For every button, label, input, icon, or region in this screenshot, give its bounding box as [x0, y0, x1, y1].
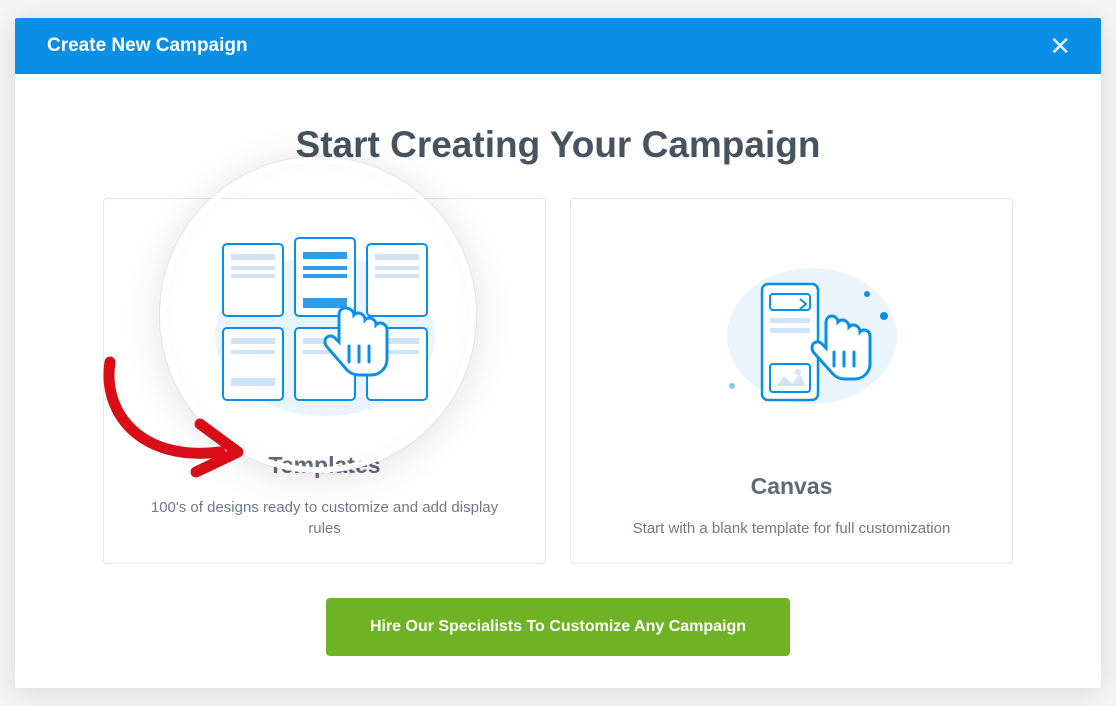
modal-header: Create New Campaign ✕ [15, 18, 1101, 74]
canvas-illustration-icon [599, 209, 984, 473]
templates-card-title: Templates [268, 452, 380, 479]
templates-card-desc: 100's of designs ready to customize and … [135, 497, 515, 539]
page-title: Start Creating Your Campaign [103, 124, 1013, 166]
canvas-card[interactable]: Canvas Start with a blank template for f… [570, 198, 1013, 564]
canvas-card-desc: Start with a blank template for full cus… [633, 518, 951, 539]
canvas-card-title: Canvas [751, 473, 833, 500]
hire-specialists-button[interactable]: Hire Our Specialists To Customize Any Ca… [326, 598, 790, 656]
close-icon[interactable]: ✕ [1049, 33, 1071, 59]
templates-illustration-icon [132, 209, 517, 452]
option-cards: Templates 100's of designs ready to cust… [103, 198, 1013, 564]
modal-title: Create New Campaign [47, 35, 248, 57]
create-campaign-modal: Create New Campaign ✕ Start Creating You… [15, 18, 1101, 688]
modal-body: Start Creating Your Campaign [15, 74, 1101, 656]
templates-card[interactable]: Templates 100's of designs ready to cust… [103, 198, 546, 564]
